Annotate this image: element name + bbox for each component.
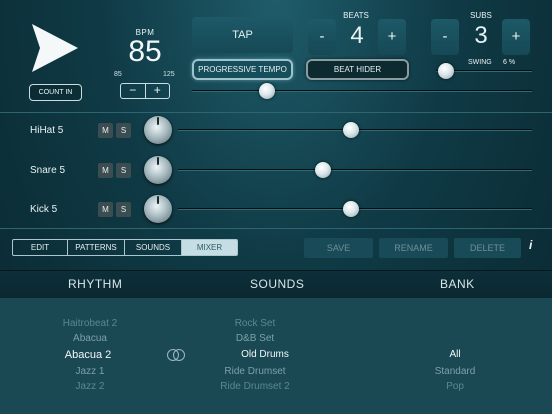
tab-patterns[interactable]: PATTERNS bbox=[67, 240, 124, 255]
beats-decrement-button[interactable]: - bbox=[308, 19, 336, 55]
subs-value: 3 bbox=[474, 22, 488, 49]
hihat-volume-thumb[interactable] bbox=[343, 122, 360, 138]
hihat-solo-button[interactable]: S bbox=[116, 123, 131, 138]
rhythm-column-header: RHYTHM bbox=[68, 277, 123, 291]
snare-pan-knob[interactable] bbox=[144, 156, 172, 184]
rename-button[interactable]: RENAME bbox=[379, 238, 448, 258]
snare-volume-thumb[interactable] bbox=[315, 162, 332, 178]
delete-button[interactable]: DELETE bbox=[454, 238, 521, 258]
channel-label-hihat: HiHat 5 bbox=[30, 125, 64, 136]
kick-solo-button[interactable]: S bbox=[116, 202, 131, 217]
play-button[interactable] bbox=[30, 22, 80, 74]
subs-decrement-button[interactable]: - bbox=[431, 19, 459, 55]
subs-label: SUBS bbox=[470, 11, 492, 20]
beat-hider-button[interactable]: BEAT HIDER bbox=[306, 59, 409, 80]
tempo-slider-thumb[interactable] bbox=[258, 83, 275, 99]
subs-increment-button[interactable]: + bbox=[502, 19, 530, 55]
tab-mixer[interactable]: MIXER bbox=[181, 240, 237, 255]
snare-volume-track[interactable] bbox=[178, 169, 532, 171]
swing-value: 6 % bbox=[503, 59, 516, 66]
bpm-increment-button[interactable]: + bbox=[144, 84, 170, 98]
tempo-slider-track[interactable] bbox=[192, 90, 532, 92]
tap-button[interactable]: TAP bbox=[192, 17, 293, 53]
progressive-tempo-button[interactable]: PROGRESSIVE TEMPO bbox=[192, 59, 293, 80]
snare-solo-button[interactable]: S bbox=[116, 163, 131, 178]
rhythm-selected-option[interactable]: Abacua 2 bbox=[48, 349, 128, 361]
bpm-stepper: − + bbox=[120, 83, 170, 99]
rhythm-option[interactable]: Haitrobeat 2 bbox=[50, 318, 130, 329]
rhythm-option[interactable]: Abacua bbox=[50, 333, 130, 344]
hihat-mute-button[interactable]: M bbox=[98, 123, 113, 138]
bank-option[interactable]: Pop bbox=[425, 381, 485, 392]
save-button[interactable]: SAVE bbox=[304, 238, 373, 258]
kick-volume-thumb[interactable] bbox=[343, 201, 360, 217]
sounds-selected-option[interactable]: Old Drums bbox=[225, 349, 305, 360]
mode-tab-bar: EDIT PATTERNS SOUNDS MIXER bbox=[12, 239, 238, 256]
channel-separator bbox=[0, 112, 552, 113]
kick-pan-knob[interactable] bbox=[144, 195, 172, 223]
bank-column-header: BANK bbox=[440, 277, 475, 291]
beats-value: 4 bbox=[350, 22, 364, 49]
sounds-option[interactable]: Ride Drumset 2 bbox=[215, 381, 295, 392]
swing-label: SWING bbox=[468, 59, 492, 66]
bank-option[interactable]: Standard bbox=[425, 366, 485, 377]
sounds-option[interactable]: Rock Set bbox=[215, 318, 295, 329]
sounds-option[interactable]: D&B Set bbox=[215, 333, 295, 344]
kick-mute-button[interactable]: M bbox=[98, 202, 113, 217]
rhythm-option[interactable]: Jazz 2 bbox=[50, 381, 130, 392]
beats-increment-button[interactable]: + bbox=[378, 19, 406, 55]
channel-separator bbox=[0, 228, 552, 229]
sounds-option[interactable]: Ride Drumset bbox=[215, 366, 295, 377]
bpm-min-label: 85 bbox=[114, 71, 122, 78]
channel-label-kick: Kick 5 bbox=[30, 204, 58, 215]
hihat-pan-knob[interactable] bbox=[144, 116, 172, 144]
link-icon[interactable] bbox=[166, 348, 186, 362]
bank-selected-option[interactable]: All bbox=[425, 349, 485, 360]
bpm-value: 85 bbox=[128, 35, 162, 68]
snare-mute-button[interactable]: M bbox=[98, 163, 113, 178]
bpm-max-label: 125 bbox=[163, 71, 175, 78]
sounds-column-header: SOUNDS bbox=[250, 277, 305, 291]
swing-slider-thumb[interactable] bbox=[437, 63, 454, 79]
beats-label: BEATS bbox=[343, 11, 369, 20]
channel-label-snare: Snare 5 bbox=[30, 165, 66, 176]
tab-edit[interactable]: EDIT bbox=[13, 240, 67, 255]
tab-sounds[interactable]: SOUNDS bbox=[124, 240, 181, 255]
count-in-button[interactable]: COUNT IN bbox=[29, 84, 82, 101]
bpm-decrement-button[interactable]: − bbox=[121, 84, 145, 98]
rhythm-option[interactable]: Jazz 1 bbox=[50, 366, 130, 377]
info-icon[interactable]: i bbox=[529, 238, 541, 252]
